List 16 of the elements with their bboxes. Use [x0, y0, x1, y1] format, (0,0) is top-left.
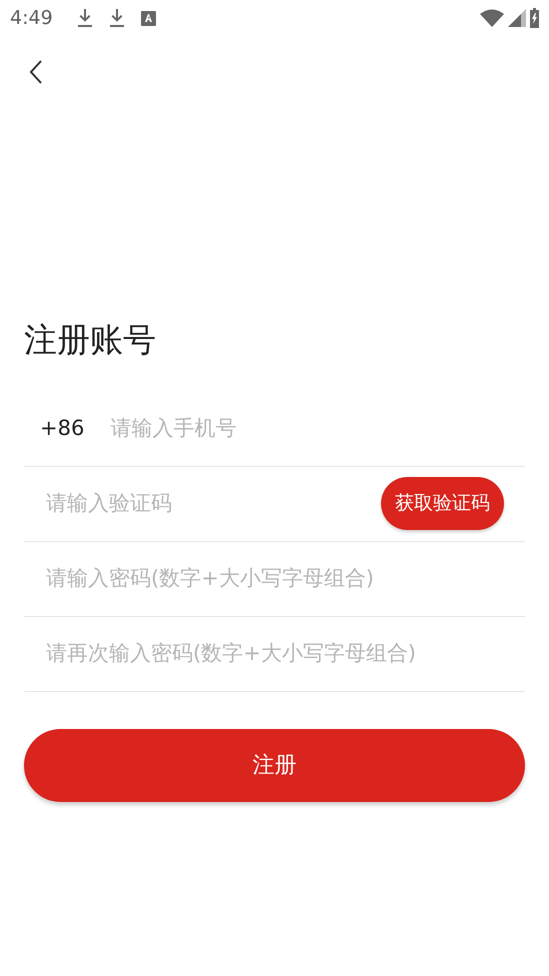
- code-field[interactable]: 请输入验证码: [24, 488, 381, 520]
- phone-field[interactable]: 请输入手机号: [110, 412, 525, 444]
- download-icon: [76, 9, 93, 27]
- back-icon: [29, 60, 43, 84]
- signal-icon: [508, 9, 526, 27]
- download-icon: [108, 9, 125, 27]
- register-button[interactable]: 注册: [24, 728, 525, 802]
- page-title: 注册账号: [24, 320, 157, 360]
- password-field[interactable]: 请输入密码(数字+大小写字母组合): [24, 562, 525, 594]
- country-code[interactable]: +86: [40, 412, 84, 444]
- wifi-icon: [480, 9, 504, 27]
- status-time: 4:49: [10, 6, 53, 31]
- password-field[interactable]: 请再次输入密码(数字+大小写字母组合): [24, 638, 525, 670]
- get-code-button[interactable]: 获取验证码: [381, 477, 504, 530]
- battery-icon: [530, 8, 539, 28]
- keyboard-app-icon: [140, 10, 156, 26]
